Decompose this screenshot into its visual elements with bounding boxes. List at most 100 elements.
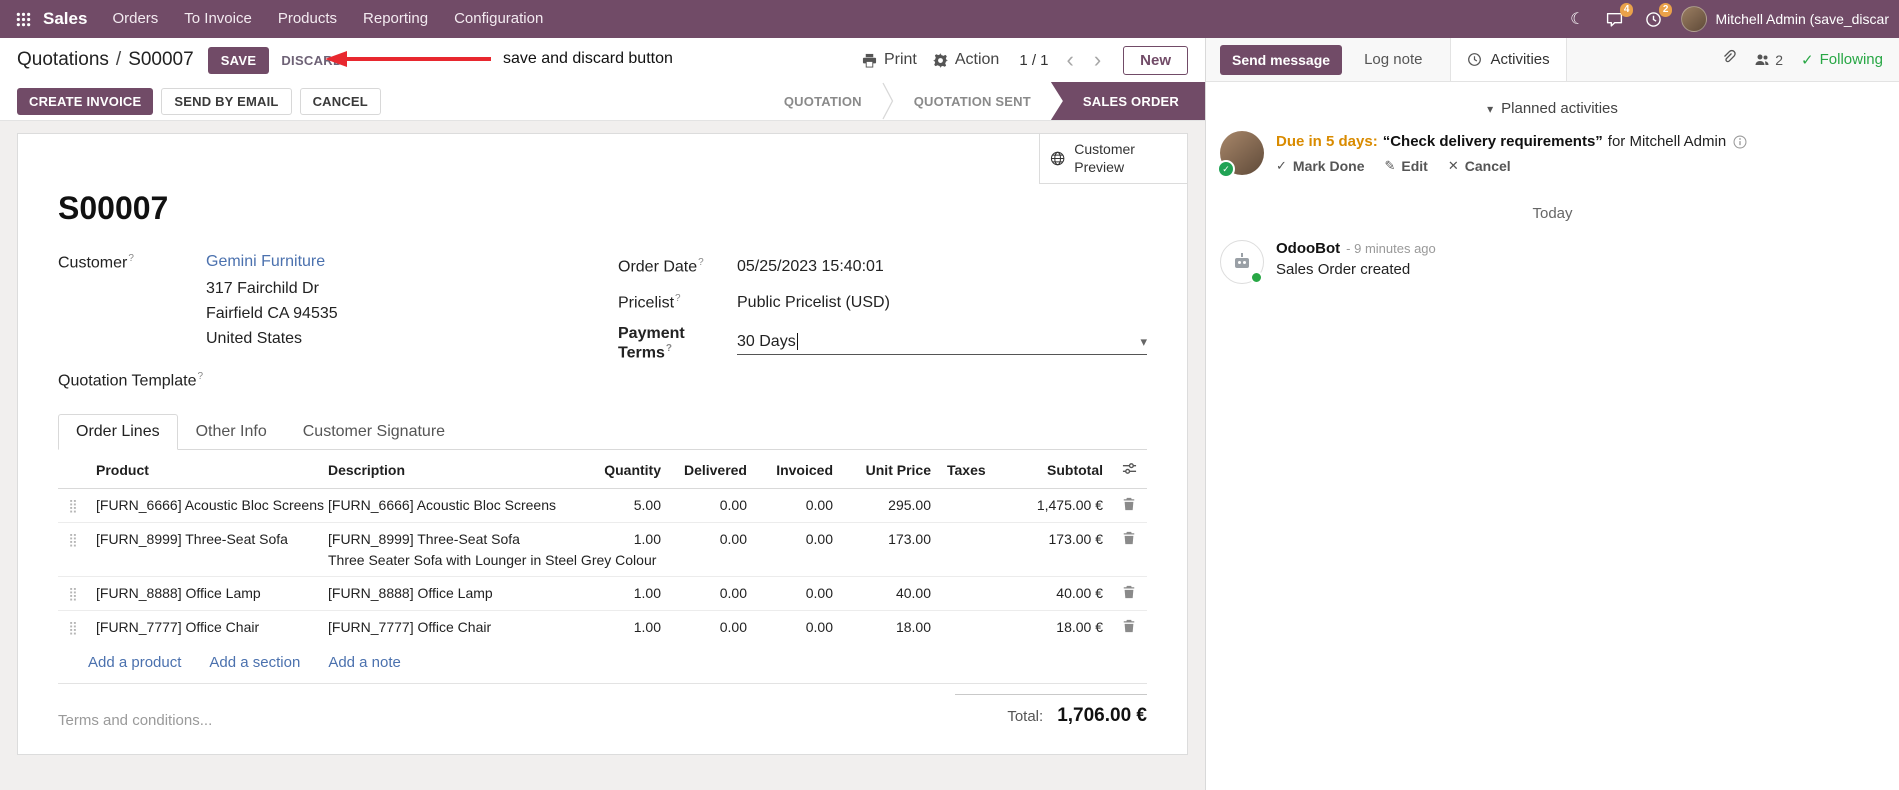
cell-invoiced[interactable]: 0.00 (755, 576, 841, 611)
cell-taxes[interactable] (939, 522, 995, 577)
order-line-row[interactable]: ⣿ [FURN_7777] Office Chair [FURN_7777] O… (58, 610, 1147, 645)
info-icon[interactable] (1733, 135, 1747, 149)
cell-invoiced[interactable]: 0.00 (755, 610, 841, 645)
menu-orders[interactable]: Orders (99, 0, 171, 38)
order-line-row[interactable]: ⣿ [FURN_8888] Office Lamp [FURN_8888] Of… (58, 576, 1147, 611)
activities-tab[interactable]: Activities (1450, 38, 1567, 81)
col-quantity[interactable]: Quantity (583, 452, 669, 490)
pager-previous-button[interactable]: ‹ (1065, 49, 1076, 71)
pager-next-button[interactable]: › (1092, 49, 1103, 71)
app-name[interactable]: Sales (43, 9, 87, 29)
delete-line-button[interactable] (1120, 497, 1138, 514)
activities-button[interactable]: 2 (1634, 0, 1673, 38)
dark-mode-toggle[interactable]: ☾ (1559, 0, 1595, 38)
cell-description[interactable]: [FURN_7777] Office Chair (320, 610, 583, 645)
new-button[interactable]: New (1123, 45, 1188, 75)
cell-delivered[interactable]: 0.00 (669, 522, 755, 577)
cell-unit-price[interactable]: 173.00 (841, 522, 939, 577)
col-product[interactable]: Product (88, 452, 320, 490)
cell-unit-price[interactable]: 18.00 (841, 610, 939, 645)
order-line-row[interactable]: ⣿ [FURN_6666] Acoustic Bloc Screens [FUR… (58, 488, 1147, 523)
add-note-link[interactable]: Add a note (328, 654, 401, 671)
stage-quotation[interactable]: QUOTATION (764, 82, 882, 120)
breadcrumb-quotations[interactable]: Quotations (17, 49, 109, 71)
following-button[interactable]: ✓ Following (1801, 51, 1883, 69)
menu-reporting[interactable]: Reporting (350, 0, 441, 38)
drag-handle-icon[interactable]: ⣿ (68, 620, 78, 635)
cell-quantity[interactable]: 1.00 (583, 522, 669, 577)
cell-unit-price[interactable]: 40.00 (841, 576, 939, 611)
col-unit-price[interactable]: Unit Price (841, 452, 939, 490)
drag-handle-icon[interactable]: ⣿ (68, 498, 78, 513)
cell-quantity[interactable]: 1.00 (583, 610, 669, 645)
edit-activity-button[interactable]: ✎ Edit (1384, 158, 1427, 174)
followers-button[interactable]: 2 (1754, 52, 1783, 68)
cell-subtotal[interactable]: 18.00 € (995, 610, 1111, 645)
stage-quotation-sent[interactable]: QUOTATION SENT (894, 82, 1051, 120)
add-section-link[interactable]: Add a section (209, 654, 300, 671)
message-author[interactable]: OdooBot (1276, 240, 1340, 257)
pricelist-value[interactable]: Public Pricelist (USD) (737, 294, 890, 312)
dropdown-caret-icon[interactable]: ▾ (1140, 334, 1147, 350)
drag-handle-icon[interactable]: ⣿ (68, 586, 78, 601)
cell-delivered[interactable]: 0.00 (669, 488, 755, 523)
cell-taxes[interactable] (939, 610, 995, 645)
cell-quantity[interactable]: 1.00 (583, 576, 669, 611)
add-product-link[interactable]: Add a product (88, 654, 181, 671)
customer-link[interactable]: Gemini Furniture (206, 253, 325, 270)
col-taxes[interactable]: Taxes (939, 452, 995, 490)
create-invoice-button[interactable]: CREATE INVOICE (17, 87, 154, 115)
order-line-row[interactable]: ⣿ [FURN_8999] Three-Seat Sofa [FURN_8999… (58, 522, 1147, 577)
cancel-button[interactable]: CANCEL (299, 87, 381, 115)
print-button[interactable]: Print (862, 51, 917, 69)
delete-line-button[interactable] (1120, 531, 1138, 548)
tab-other-info[interactable]: Other Info (178, 414, 285, 450)
terms-placeholder[interactable]: Terms and conditions... (58, 712, 212, 729)
delete-line-button[interactable] (1120, 619, 1138, 636)
cell-invoiced[interactable]: 0.00 (755, 488, 841, 523)
col-invoiced[interactable]: Invoiced (755, 452, 841, 490)
cell-description[interactable]: [FURN_8888] Office Lamp (320, 576, 583, 611)
cell-delivered[interactable]: 0.00 (669, 610, 755, 645)
quotation-title[interactable]: S00007 (58, 190, 1147, 227)
tab-order-lines[interactable]: Order Lines (58, 414, 178, 451)
cell-taxes[interactable] (939, 488, 995, 523)
user-menu[interactable]: Mitchell Admin (save_discar (1673, 0, 1889, 38)
cell-product[interactable]: [FURN_8999] Three-Seat Sofa (88, 522, 320, 577)
cell-description[interactable]: [FURN_8999] Three-Seat Sofa Three Seater… (320, 522, 656, 577)
send-message-button[interactable]: Send message (1220, 44, 1343, 75)
col-delivered[interactable]: Delivered (669, 452, 755, 490)
cell-product[interactable]: [FURN_8888] Office Lamp (88, 576, 320, 611)
customer-preview-button[interactable]: Customer Preview (1039, 134, 1187, 184)
menu-to-invoice[interactable]: To Invoice (171, 0, 265, 38)
delete-line-button[interactable] (1120, 585, 1138, 602)
messages-button[interactable]: 4 (1595, 0, 1634, 38)
planned-activities-header[interactable]: ▾ Planned activities (1206, 90, 1899, 129)
col-subtotal[interactable]: Subtotal (995, 452, 1111, 490)
action-button[interactable]: Action (932, 51, 999, 69)
cell-invoiced[interactable]: 0.00 (755, 522, 841, 577)
cell-unit-price[interactable]: 295.00 (841, 488, 939, 523)
cell-quantity[interactable]: 5.00 (583, 488, 669, 523)
tab-customer-signature[interactable]: Customer Signature (285, 414, 463, 450)
cell-description[interactable]: [FURN_6666] Acoustic Bloc Screens (320, 488, 583, 523)
cell-product[interactable]: [FURN_7777] Office Chair (88, 610, 320, 645)
drag-handle-icon[interactable]: ⣿ (68, 532, 78, 547)
cell-taxes[interactable] (939, 576, 995, 611)
cell-product[interactable]: [FURN_6666] Acoustic Bloc Screens (88, 488, 324, 523)
save-button[interactable]: SAVE (207, 46, 270, 74)
log-note-button[interactable]: Log note (1358, 44, 1428, 75)
optional-columns-button[interactable] (1122, 461, 1137, 479)
col-description[interactable]: Description (320, 452, 583, 490)
cell-subtotal[interactable]: 173.00 € (995, 522, 1111, 577)
payment-terms-input[interactable]: 30 Days ▾ (737, 332, 1147, 355)
attach-files-button[interactable] (1720, 49, 1736, 70)
cell-delivered[interactable]: 0.00 (669, 576, 755, 611)
cell-subtotal[interactable]: 1,475.00 € (995, 488, 1111, 523)
order-date-value[interactable]: 05/25/2023 15:40:01 (737, 258, 884, 276)
cancel-activity-button[interactable]: ✕ Cancel (1448, 158, 1511, 174)
cell-subtotal[interactable]: 40.00 € (995, 576, 1111, 611)
send-by-email-button[interactable]: SEND BY EMAIL (161, 87, 292, 115)
stage-sales-order[interactable]: SALES ORDER (1050, 82, 1205, 120)
mark-done-button[interactable]: ✓ Mark Done (1276, 158, 1364, 174)
